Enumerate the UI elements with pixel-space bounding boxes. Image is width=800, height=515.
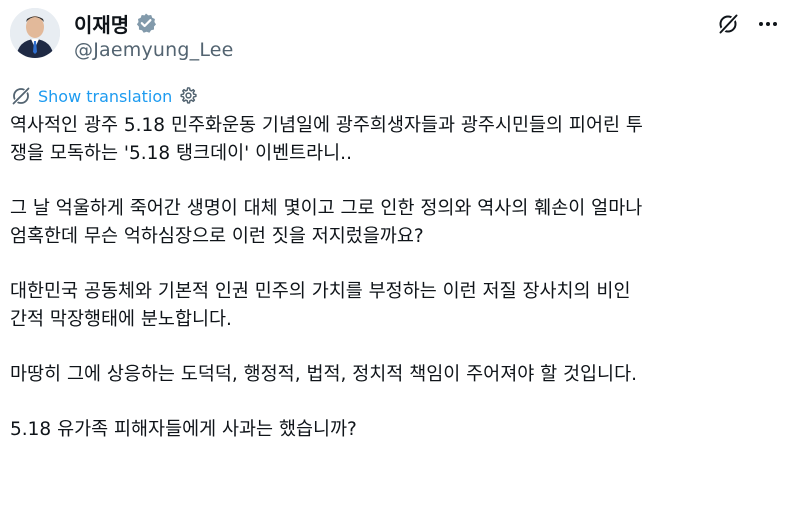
- translate-icon: [10, 85, 32, 107]
- settings-gear-icon[interactable]: [178, 86, 198, 106]
- tweet-paragraph-1: 역사적인 광주 5.18 민주화운동 기념일에 광주희생자들과 광주시민들의 피…: [10, 115, 643, 164]
- translation-bar: Show translation: [10, 84, 198, 108]
- grok-icon[interactable]: [716, 12, 740, 36]
- author-display-name[interactable]: 이재명: [74, 9, 129, 38]
- avatar-image: [10, 8, 60, 58]
- avatar[interactable]: [10, 8, 60, 58]
- show-translation-link[interactable]: Show translation: [38, 87, 172, 106]
- tweet-card: 이재명 @Jaemyung_Lee Show translation 역사적인 …: [0, 0, 800, 515]
- tweet-paragraph-5: 5.18 유가족 피해자들에게 사과는 했습니까?: [10, 419, 357, 440]
- more-options-icon[interactable]: [756, 12, 780, 36]
- name-row: 이재명: [74, 9, 234, 38]
- tweet-paragraph-3: 대한민국 공동체와 기본적 인권 민주의 가치를 부정하는 이런 저질 장사치의…: [10, 281, 631, 330]
- author-info: 이재명 @Jaemyung_Lee: [74, 9, 234, 62]
- tweet-header: 이재명 @Jaemyung_Lee: [10, 8, 790, 64]
- tweet-text: 역사적인 광주 5.18 민주화운동 기념일에 광주희생자들과 광주시민들의 피…: [10, 112, 790, 471]
- tweet-paragraph-2: 그 날 억울하게 죽어간 생명이 대체 몇이고 그로 인한 정의와 역사의 훼손…: [10, 198, 643, 247]
- author-handle[interactable]: @Jaemyung_Lee: [74, 39, 234, 61]
- tweet-paragraph-4: 마땅히 그에 상응하는 도덕덕, 행정적, 법적, 정치적 책임이 주어져야 할…: [10, 364, 637, 385]
- verified-badge-icon: [135, 12, 157, 34]
